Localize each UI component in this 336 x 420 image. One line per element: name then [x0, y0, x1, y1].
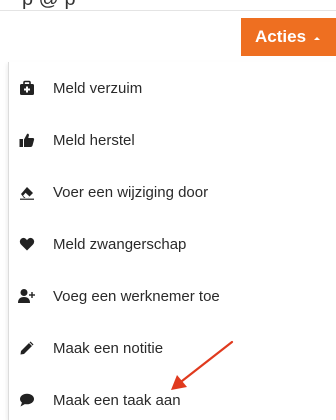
- heart-icon: [18, 235, 36, 253]
- menu-item-maak-notitie[interactable]: Maak een notitie: [9, 331, 336, 365]
- caret-up-icon: [314, 36, 321, 40]
- menu-item-label: Meld herstel: [53, 131, 135, 149]
- menu-item-label: Maak een notitie: [53, 339, 164, 357]
- actions-menu: Meld verzuim Meld herstel Voer een wijzi…: [8, 62, 336, 420]
- partial-header-text: p @ p: [22, 0, 76, 10]
- comment-icon: [18, 391, 36, 409]
- menu-item-label: Meld verzuim: [53, 79, 143, 97]
- menu-item-meld-herstel[interactable]: Meld herstel: [9, 123, 336, 157]
- menu-item-label: Meld zwangerschap: [53, 235, 187, 253]
- menu-item-voeg-werknemer-toe[interactable]: Voeg een werknemer toe: [9, 279, 336, 313]
- add-user-icon: [18, 287, 36, 305]
- menu-item-meld-zwangerschap[interactable]: Meld zwangerschap: [9, 227, 336, 261]
- menu-item-label: Maak een taak aan: [53, 391, 181, 409]
- menu-item-voer-wijziging[interactable]: Voer een wijziging door: [9, 175, 336, 209]
- menu-item-meld-verzuim[interactable]: Meld verzuim: [9, 71, 336, 105]
- actions-label: Acties: [255, 27, 307, 46]
- pencil-icon: [18, 339, 36, 357]
- eraser-icon: [18, 183, 36, 201]
- page: p @ p Acties Meld verzuim: [0, 0, 336, 420]
- actions-dropdown-button[interactable]: Acties: [241, 18, 336, 56]
- top-strip: p @ p: [0, 0, 336, 11]
- menu-item-label: Voeg een werknemer toe: [53, 287, 220, 305]
- menu-item-label: Voer een wijziging door: [53, 183, 209, 201]
- thumbs-up-icon: [18, 131, 36, 149]
- menu-item-maak-taak-aan[interactable]: Maak een taak aan: [9, 383, 336, 417]
- medical-kit-icon: [18, 79, 36, 97]
